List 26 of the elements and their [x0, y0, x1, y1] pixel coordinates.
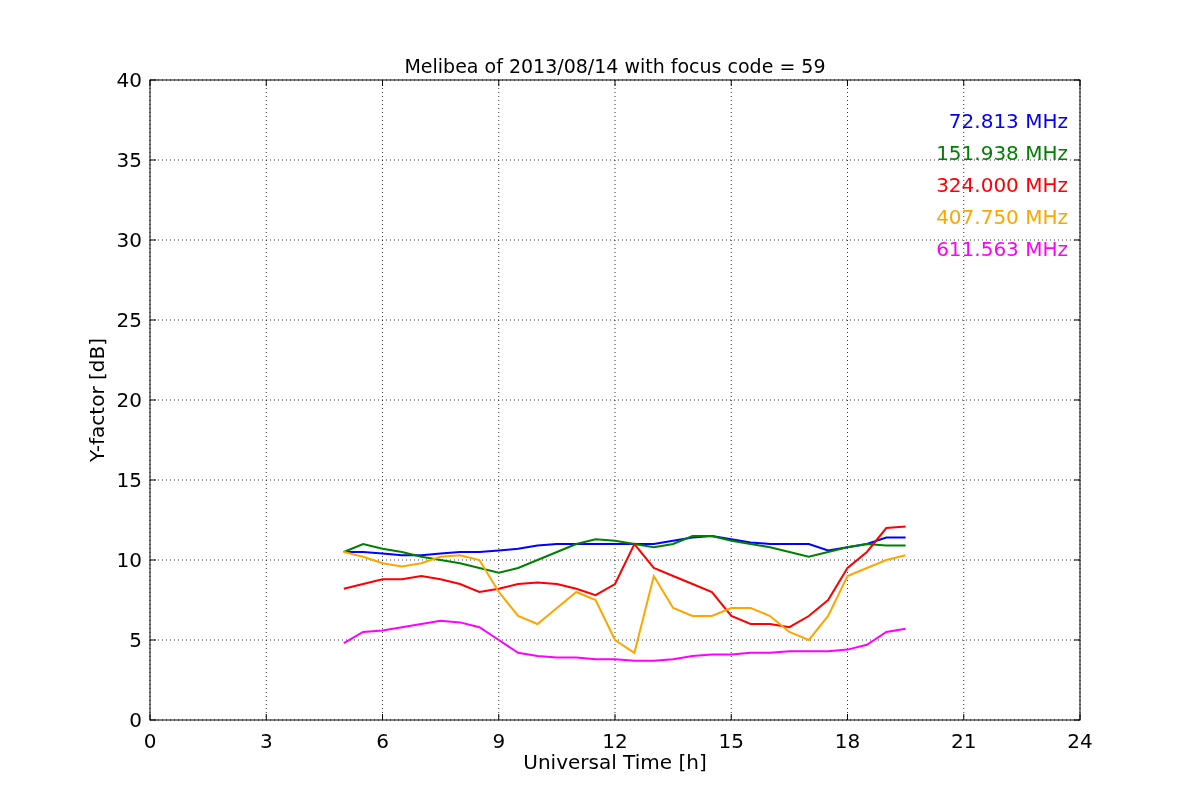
x-tick-label: 0 [143, 729, 157, 753]
y-tick-label: 35 [116, 148, 142, 172]
y-axis-label: Y-factor [dB] [85, 338, 109, 462]
legend-label: 72.813 MHz [948, 109, 1068, 133]
x-tick-label: 9 [492, 729, 506, 753]
x-tick-label: 21 [951, 729, 977, 753]
chart-title: Melibea of 2013/08/14 with focus code = 59 [404, 55, 826, 77]
legend-label: 324.000 MHz [936, 173, 1068, 197]
x-tick-label: 18 [834, 729, 861, 753]
y-tick-label: 20 [116, 388, 142, 412]
legend-label: 151.938 MHz [936, 141, 1068, 165]
y-tick-label: 15 [116, 468, 142, 492]
x-tick-label: 12 [602, 729, 628, 753]
x-tick-label: 6 [376, 729, 389, 753]
legend-label: 407.750 MHz [936, 205, 1068, 229]
x-tick-label: 3 [259, 729, 273, 753]
y-tick-label: 40 [116, 68, 142, 92]
y-tick-label: 25 [116, 308, 142, 332]
y-tick-label: 30 [116, 228, 142, 252]
x-axis-label: Universal Time [h] [523, 750, 707, 774]
x-tick-label: 15 [718, 729, 744, 753]
y-tick-label: 0 [129, 708, 142, 732]
y-tick-label: 10 [116, 548, 142, 572]
y-tick-label: 5 [129, 628, 142, 652]
x-tick-label: 24 [1067, 729, 1093, 753]
legend-label: 611.563 MHz [936, 237, 1068, 261]
